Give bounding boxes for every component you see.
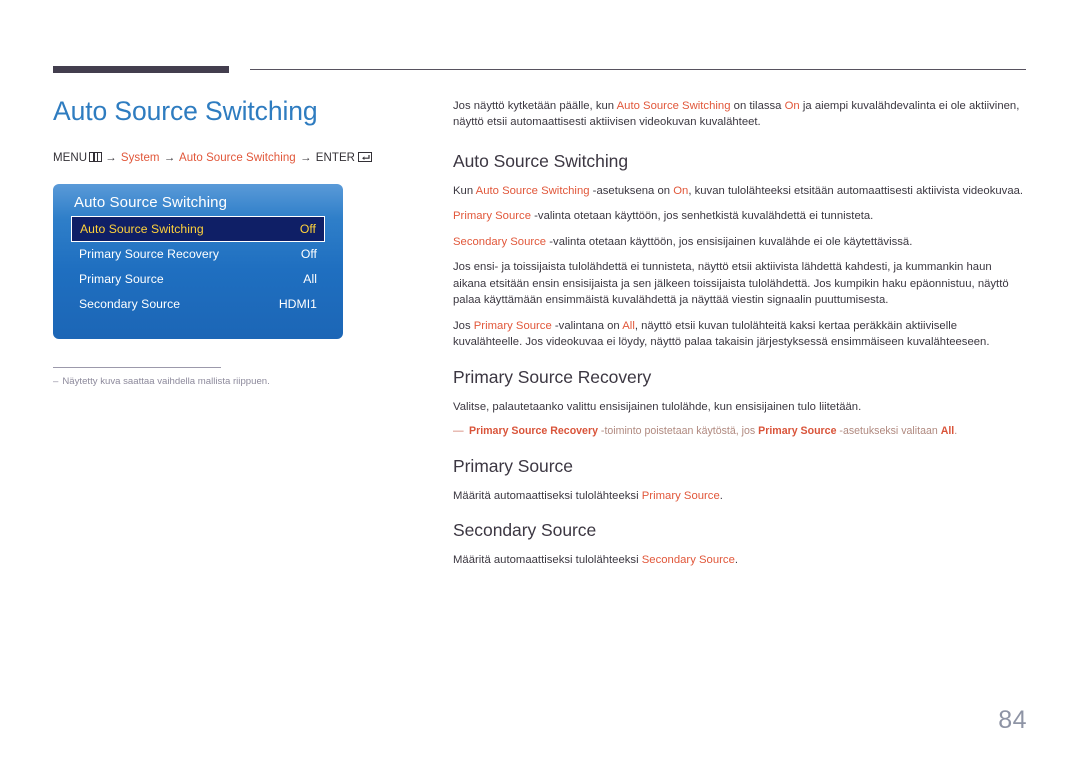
footnote-text: – Näytetty kuva saattaa vaihdella mallist… <box>53 375 303 388</box>
menu-path-prefix: MENU <box>53 152 88 165</box>
menu-path-arrow-2: → <box>163 152 176 165</box>
section-4-paragraph-1: Määritä automaattiseksi tulolähteeksi Se… <box>453 552 1027 568</box>
osd-row-label: Auto Source Switching <box>80 221 204 236</box>
s3-term-primary-source: Primary Source <box>641 489 720 502</box>
menu-path-item-auto-source-switching: Auto Source Switching <box>178 152 296 165</box>
s3-p1-a: Määritä automaattiseksi tulolähteeksi <box>453 489 642 502</box>
manual-page: Auto Source Switching MENU → System → Aut… <box>0 0 1080 763</box>
intro-text-a: Jos näyttö kytketään päälle, kun <box>453 100 617 112</box>
menu-path-breadcrumb: MENU → System → Auto Source Switching → E… <box>53 150 423 166</box>
note-mid: -toiminto poistetaan käytöstä, jos <box>597 425 759 438</box>
note-term-all: All <box>940 425 955 438</box>
footnote-block: – Näytetty kuva saattaa vaihdella mallist… <box>53 366 303 388</box>
osd-row-primary-source[interactable]: Primary Source All <box>71 267 325 292</box>
header-rule-thin <box>250 69 1026 70</box>
s4-term-secondary-source: Secondary Source <box>641 554 735 567</box>
s1-term-on: On <box>673 184 689 197</box>
footnote-dash: – <box>53 375 59 387</box>
s1-p5-term-all: All <box>622 319 635 332</box>
s1-p1-b: -asetuksena on <box>589 184 674 197</box>
note-term-primary-source: Primary Source <box>758 425 837 438</box>
intro-term-auto-source-switching: Auto Source Switching <box>616 100 731 112</box>
left-column: Auto Source Switching MENU → System → Aut… <box>53 96 423 388</box>
menu-icon <box>89 152 103 163</box>
osd-row-secondary-source[interactable]: Secondary Source HDMI1 <box>71 292 325 317</box>
intro-text-b: on tilassa <box>730 100 785 112</box>
osd-row-auto-source-switching[interactable]: Auto Source Switching Off <box>71 215 325 242</box>
note-end: -asetukseksi valitaan <box>836 425 941 438</box>
osd-row-label: Secondary Source <box>79 297 181 312</box>
osd-row-label: Primary Source <box>79 272 164 287</box>
s1-p5-a: Jos <box>453 319 474 332</box>
osd-row-value: HDMI1 <box>278 297 317 312</box>
right-column: Jos näyttö kytketään päälle, kun Auto So… <box>453 98 1027 578</box>
s1-p3-rest: -valinta otetaan käyttöön, jos ensisijai… <box>546 235 913 248</box>
section-2-paragraph-1: Valitse, palautetaanko valittu ensisijai… <box>453 400 862 413</box>
header-rule-thick <box>53 66 229 73</box>
osd-menu-preview: Auto Source Switching Auto Source Switch… <box>53 183 343 339</box>
section-1-paragraph-4: Jos ensi- ja toissijaista tulolähdettä e… <box>453 261 1009 307</box>
osd-row-primary-source-recovery[interactable]: Primary Source Recovery Off <box>71 242 325 267</box>
osd-row-value: Off <box>300 247 317 262</box>
osd-row-value: Off <box>299 221 316 236</box>
s1-p5-term-primary-source: Primary Source <box>473 319 552 332</box>
section-1-paragraph-2: Primary Source -valinta otetaan käyttöön… <box>453 208 1027 224</box>
page-number: 84 <box>998 706 1027 734</box>
osd-row-label: Primary Source Recovery <box>79 247 219 262</box>
note-term-primary-source-recovery: Primary Source Recovery <box>469 425 598 438</box>
section-heading-primary-source-recovery: Primary Source Recovery <box>453 366 652 387</box>
intro-term-on: On <box>784 100 800 112</box>
osd-menu-title: Auto Source Switching <box>74 193 228 211</box>
section-heading-primary-source: Primary Source <box>453 455 573 476</box>
section-heading-secondary-source: Secondary Source <box>453 520 597 541</box>
s1-term-primary-source: Primary Source <box>453 210 531 223</box>
footnote-body: Näytetty kuva saattaa vaihdella mallista… <box>62 375 270 387</box>
osd-menu-list: Auto Source Switching Off Primary Source… <box>71 215 325 317</box>
s4-p1-a: Määritä automaattiseksi tulolähteeksi <box>453 554 642 567</box>
section-2-note: — Primary Source Recovery -toiminto poist… <box>453 424 1027 439</box>
menu-path-arrow-1: → <box>105 152 117 165</box>
osd-row-value: All <box>303 272 317 287</box>
menu-path-enter-label: ENTER <box>315 152 356 165</box>
section-3-paragraph-1: Määritä automaattiseksi tulolähteeksi Pr… <box>453 488 1027 504</box>
note-dash: — <box>453 425 464 438</box>
note-period: . <box>954 425 958 438</box>
intro-paragraph: Jos näyttö kytketään päälle, kun Auto So… <box>453 98 1027 131</box>
s1-term-auto-source-switching: Auto Source Switching <box>475 184 590 197</box>
s3-p1-b: . <box>719 489 723 502</box>
page-title: Auto Source Switching <box>53 96 318 126</box>
section-1-paragraph-3: Secondary Source -valinta otetaan käyttö… <box>453 234 1027 250</box>
s1-p2-rest: -valinta otetaan käyttöön, jos senhetkis… <box>530 210 874 223</box>
s1-p5-b: -valintana on <box>551 319 623 332</box>
section-1-paragraph-5: Jos Primary Source -valintana on All, nä… <box>453 318 1027 351</box>
s1-p1-a: Kun <box>453 184 476 197</box>
section-heading-auto-source-switching: Auto Source Switching <box>453 150 629 171</box>
menu-path-arrow-3: → <box>299 152 312 165</box>
enter-icon <box>358 152 373 163</box>
s1-term-secondary-source: Secondary Source <box>453 235 547 248</box>
menu-path-item-system: System <box>120 152 160 165</box>
section-1-paragraph-1: Kun Auto Source Switching -asetuksena on… <box>453 183 1027 199</box>
s1-p1-c: , kuvan tulolähteeksi etsitään automaatt… <box>688 184 1024 197</box>
s4-p1-b: . <box>734 554 739 567</box>
footnote-divider <box>53 366 221 368</box>
